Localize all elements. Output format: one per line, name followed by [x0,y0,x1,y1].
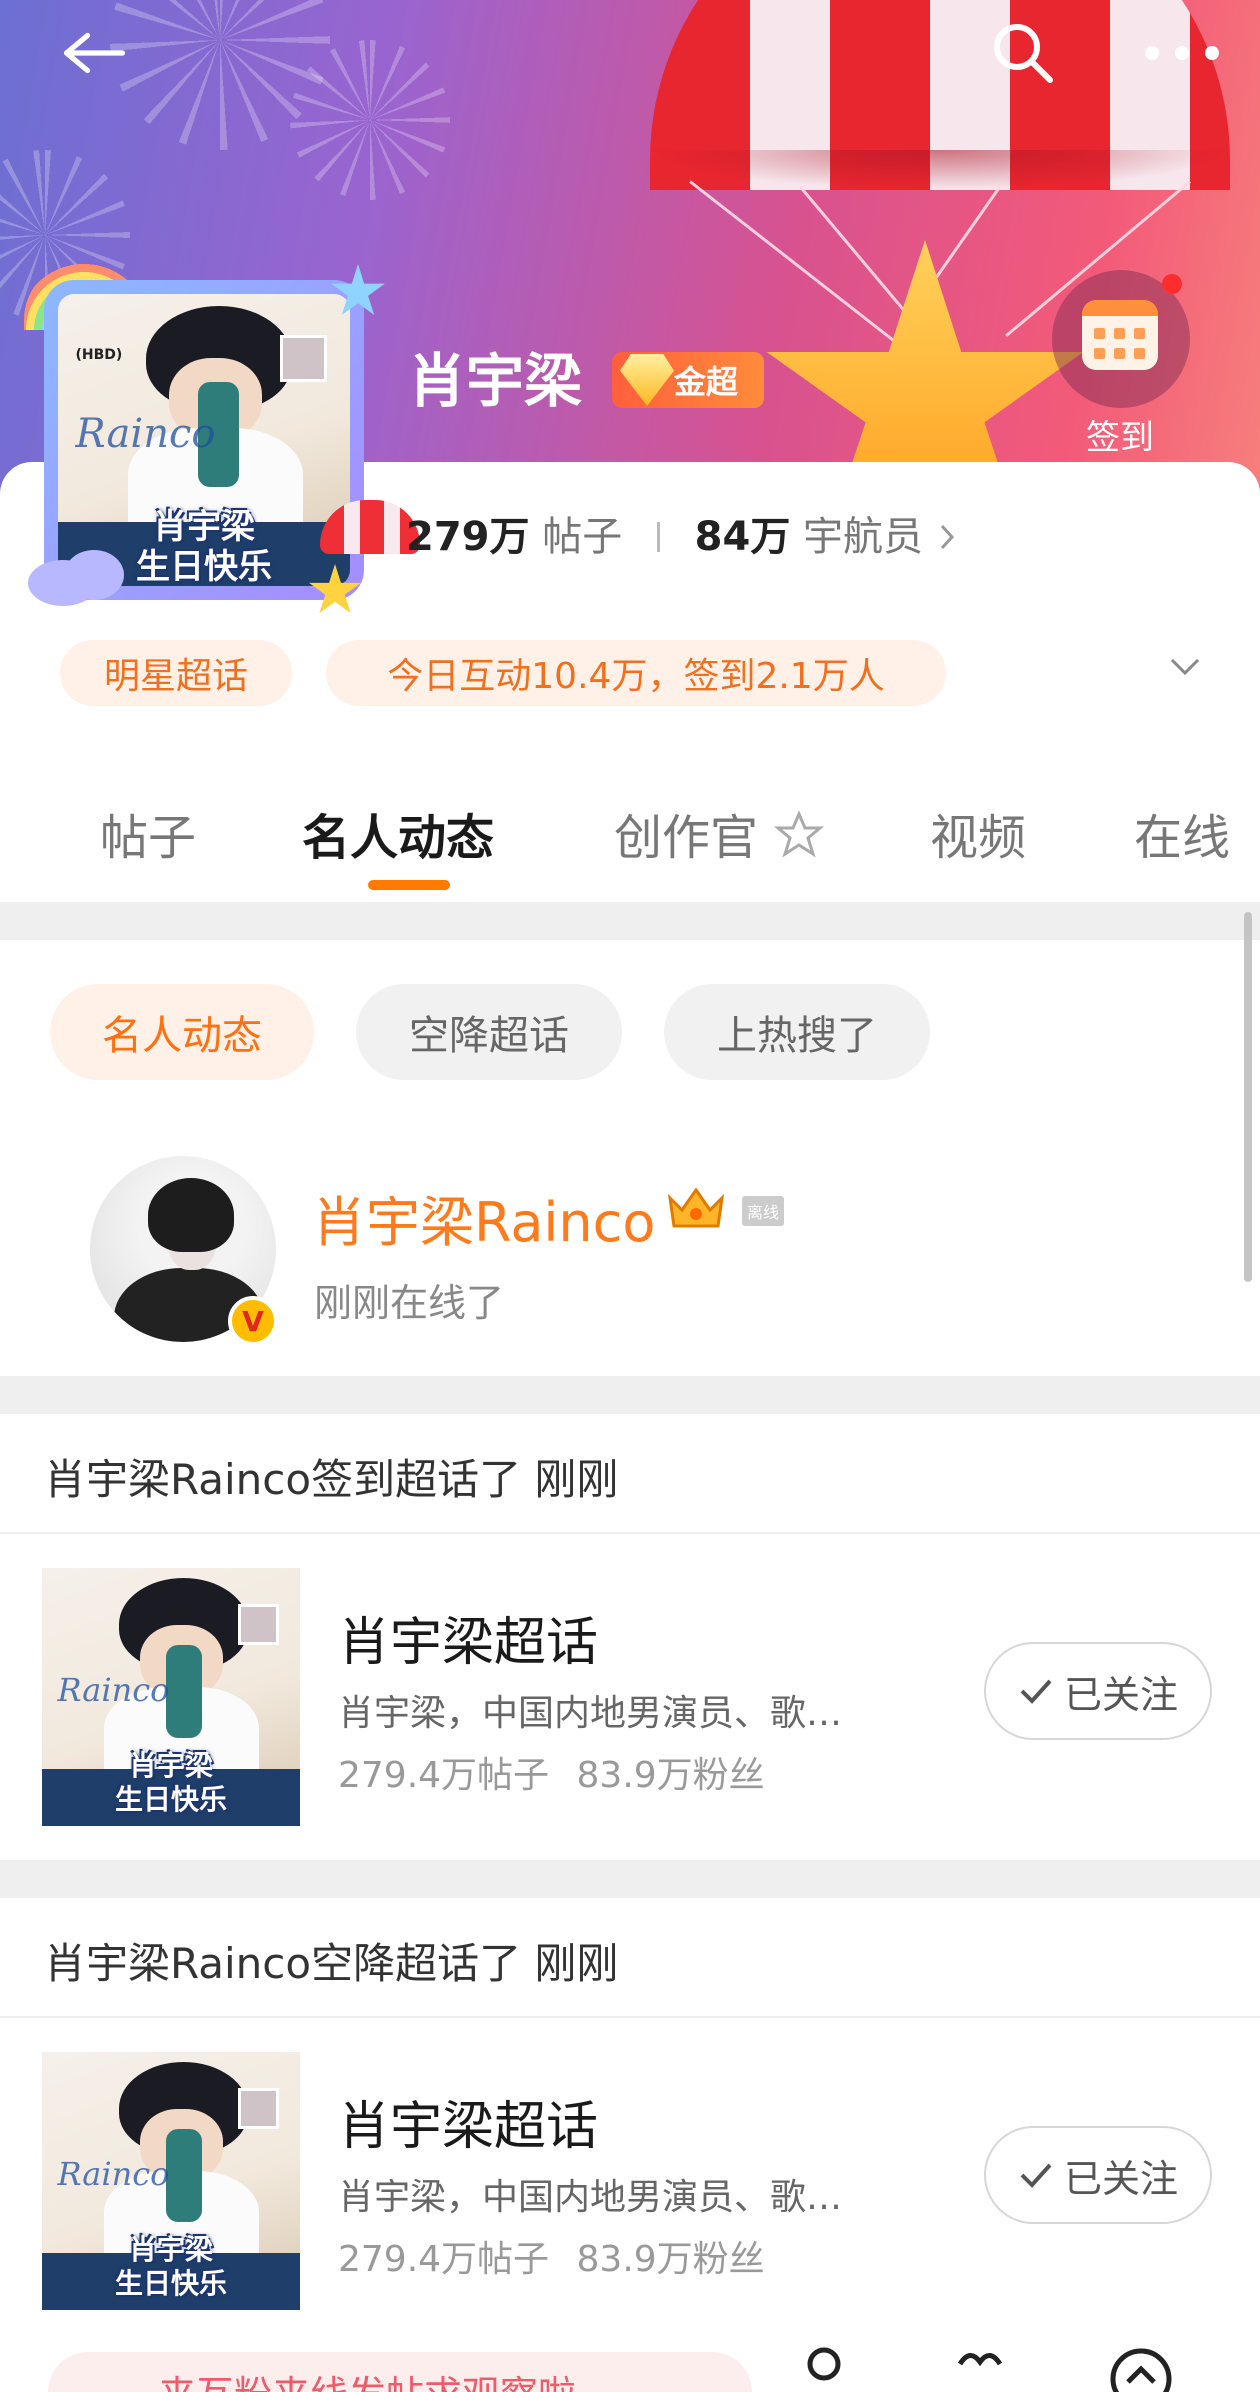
online-status: 刚刚在线了 [314,1281,505,1325]
badge-icon [774,810,825,858]
tab-bar: 帖子 名人动态 创作官 视频 在线 [0,760,1260,900]
topic-thumbnail[interactable]: Rainco 肖宇梁 生日快乐 [42,2052,300,2310]
topic-thumbnail[interactable]: Rainco 肖宇梁 生日快乐 [42,1568,300,1826]
cloud-decoration [64,550,124,600]
thumb-script: Rainco [57,1671,170,1710]
more-button[interactable] [1142,18,1222,88]
tab-online[interactable]: 在线 [1134,798,1230,868]
subtab-celebrity-updates[interactable]: 名人动态 [50,984,314,1080]
topic-cover-image: (HBD) Rainco 肖宇梁 生日快乐 [58,294,350,586]
scroll-top-icon[interactable] [1106,2344,1176,2392]
parachute-shadow [650,150,1230,190]
tab-creators-label: 创作官 [614,810,759,866]
followed-button[interactable]: 已关注 [984,1642,1212,1740]
verified-badge: V [228,1296,278,1346]
arrow-left-icon [63,32,126,74]
cover-script: Rainco [75,410,216,457]
topic-avatar[interactable]: (HBD) Rainco 肖宇梁 生日快乐 [24,260,420,620]
topic-description: 肖宇梁，中国内地男演员、歌… [338,2177,843,2218]
members-count: 84万 [694,514,791,560]
scrollbar[interactable] [1244,912,1252,1282]
thumb-script: Rainco [57,2155,170,2194]
level-badge-label: 金超 [674,363,739,401]
activity-pill[interactable]: 今日互动10.4万，签到2.1万人 [326,640,946,706]
compose-input-text: 来互粉来线发帖求观察啦 [158,2364,576,2392]
bottom-bar: 来互粉来线发帖求观察啦 [0,2314,1260,2392]
divider [0,2016,1260,2018]
followed-button[interactable]: 已关注 [984,2126,1212,2224]
star-decoration [766,240,1084,500]
cover-tag: (HBD) [75,346,123,363]
tab-videos[interactable]: 视频 [930,798,1026,868]
topic-title[interactable]: 肖宇梁超话 [338,1600,598,1675]
checkin-button[interactable] [1052,270,1190,408]
divider [0,1532,1260,1534]
active-tab-indicator [368,880,450,890]
topic-posts-count: 279.4万帖子 [338,2239,550,2280]
subtab-trending[interactable]: 上热搜了 [664,984,930,1080]
posts-label: 帖子 [542,514,623,560]
compose-input[interactable]: 来互粉来线发帖求观察啦 [48,2352,752,2392]
subtab-airdrop[interactable]: 空降超话 [356,984,622,1080]
offline-tag: 离线 [742,1196,784,1226]
stats-divider [656,522,660,552]
topic-title[interactable]: 肖宇梁超话 [338,2084,598,2159]
followed-button-label: 已关注 [1063,1672,1178,1717]
followed-button-label: 已关注 [1063,2156,1178,2201]
thumb-caption-line2: 生日快乐 [114,1783,227,1816]
category-pill[interactable]: 明星超话 [60,640,292,706]
tab-creators[interactable]: 创作官 [614,798,825,868]
back-button[interactable] [56,18,126,88]
firework-decoration [290,40,450,200]
feed-headline[interactable]: 肖宇梁Rainco签到超话了 刚刚 [44,1446,618,1507]
more-dots-icon [1145,46,1219,60]
tab-posts[interactable]: 帖子 [100,798,196,868]
person-icon[interactable] [800,2344,860,2392]
chevron-down-icon[interactable] [1168,650,1202,684]
topic-meta: 279.4万帖子 83.9万粉丝 [338,2230,765,2282]
chevron-right-icon [940,524,954,550]
topic-description: 肖宇梁，中国内地男演员、歌… [338,1693,843,1734]
posts-count: 279万 [406,514,530,560]
topic-meta: 279.4万帖子 83.9万粉丝 [338,1746,765,1798]
checkin-label[interactable]: 签到 [1060,410,1180,459]
search-icon [994,24,1053,83]
thumb-caption-line2: 生日快乐 [114,2267,227,2300]
topic-posts-count: 279.4万帖子 [338,1755,550,1796]
calendar-icon [1082,300,1158,370]
page-title: 肖宇梁 [408,347,583,415]
members-label: 宇航员 [803,514,924,560]
notification-dot [1162,274,1182,294]
topic-stats[interactable]: 279万 帖子 84万 宇航员 [406,504,958,562]
gift-icon[interactable] [950,2344,1010,2392]
celebrity-name[interactable]: 肖宇梁Rainco [312,1178,655,1257]
search-button[interactable] [988,18,1058,88]
check-icon [1020,2163,1052,2188]
crown-icon [667,1187,725,1228]
topic-fans-count: 83.9万粉丝 [576,1755,765,1796]
level-badge[interactable]: 金超 [612,352,764,408]
feed-headline[interactable]: 肖宇梁Rainco空降超话了 刚刚 [44,1930,618,1991]
check-icon [1020,1679,1052,1704]
diamond-icon [620,354,674,406]
topic-fans-count: 83.9万粉丝 [576,2239,765,2280]
tab-celebrity-updates[interactable]: 名人动态 [302,798,494,868]
